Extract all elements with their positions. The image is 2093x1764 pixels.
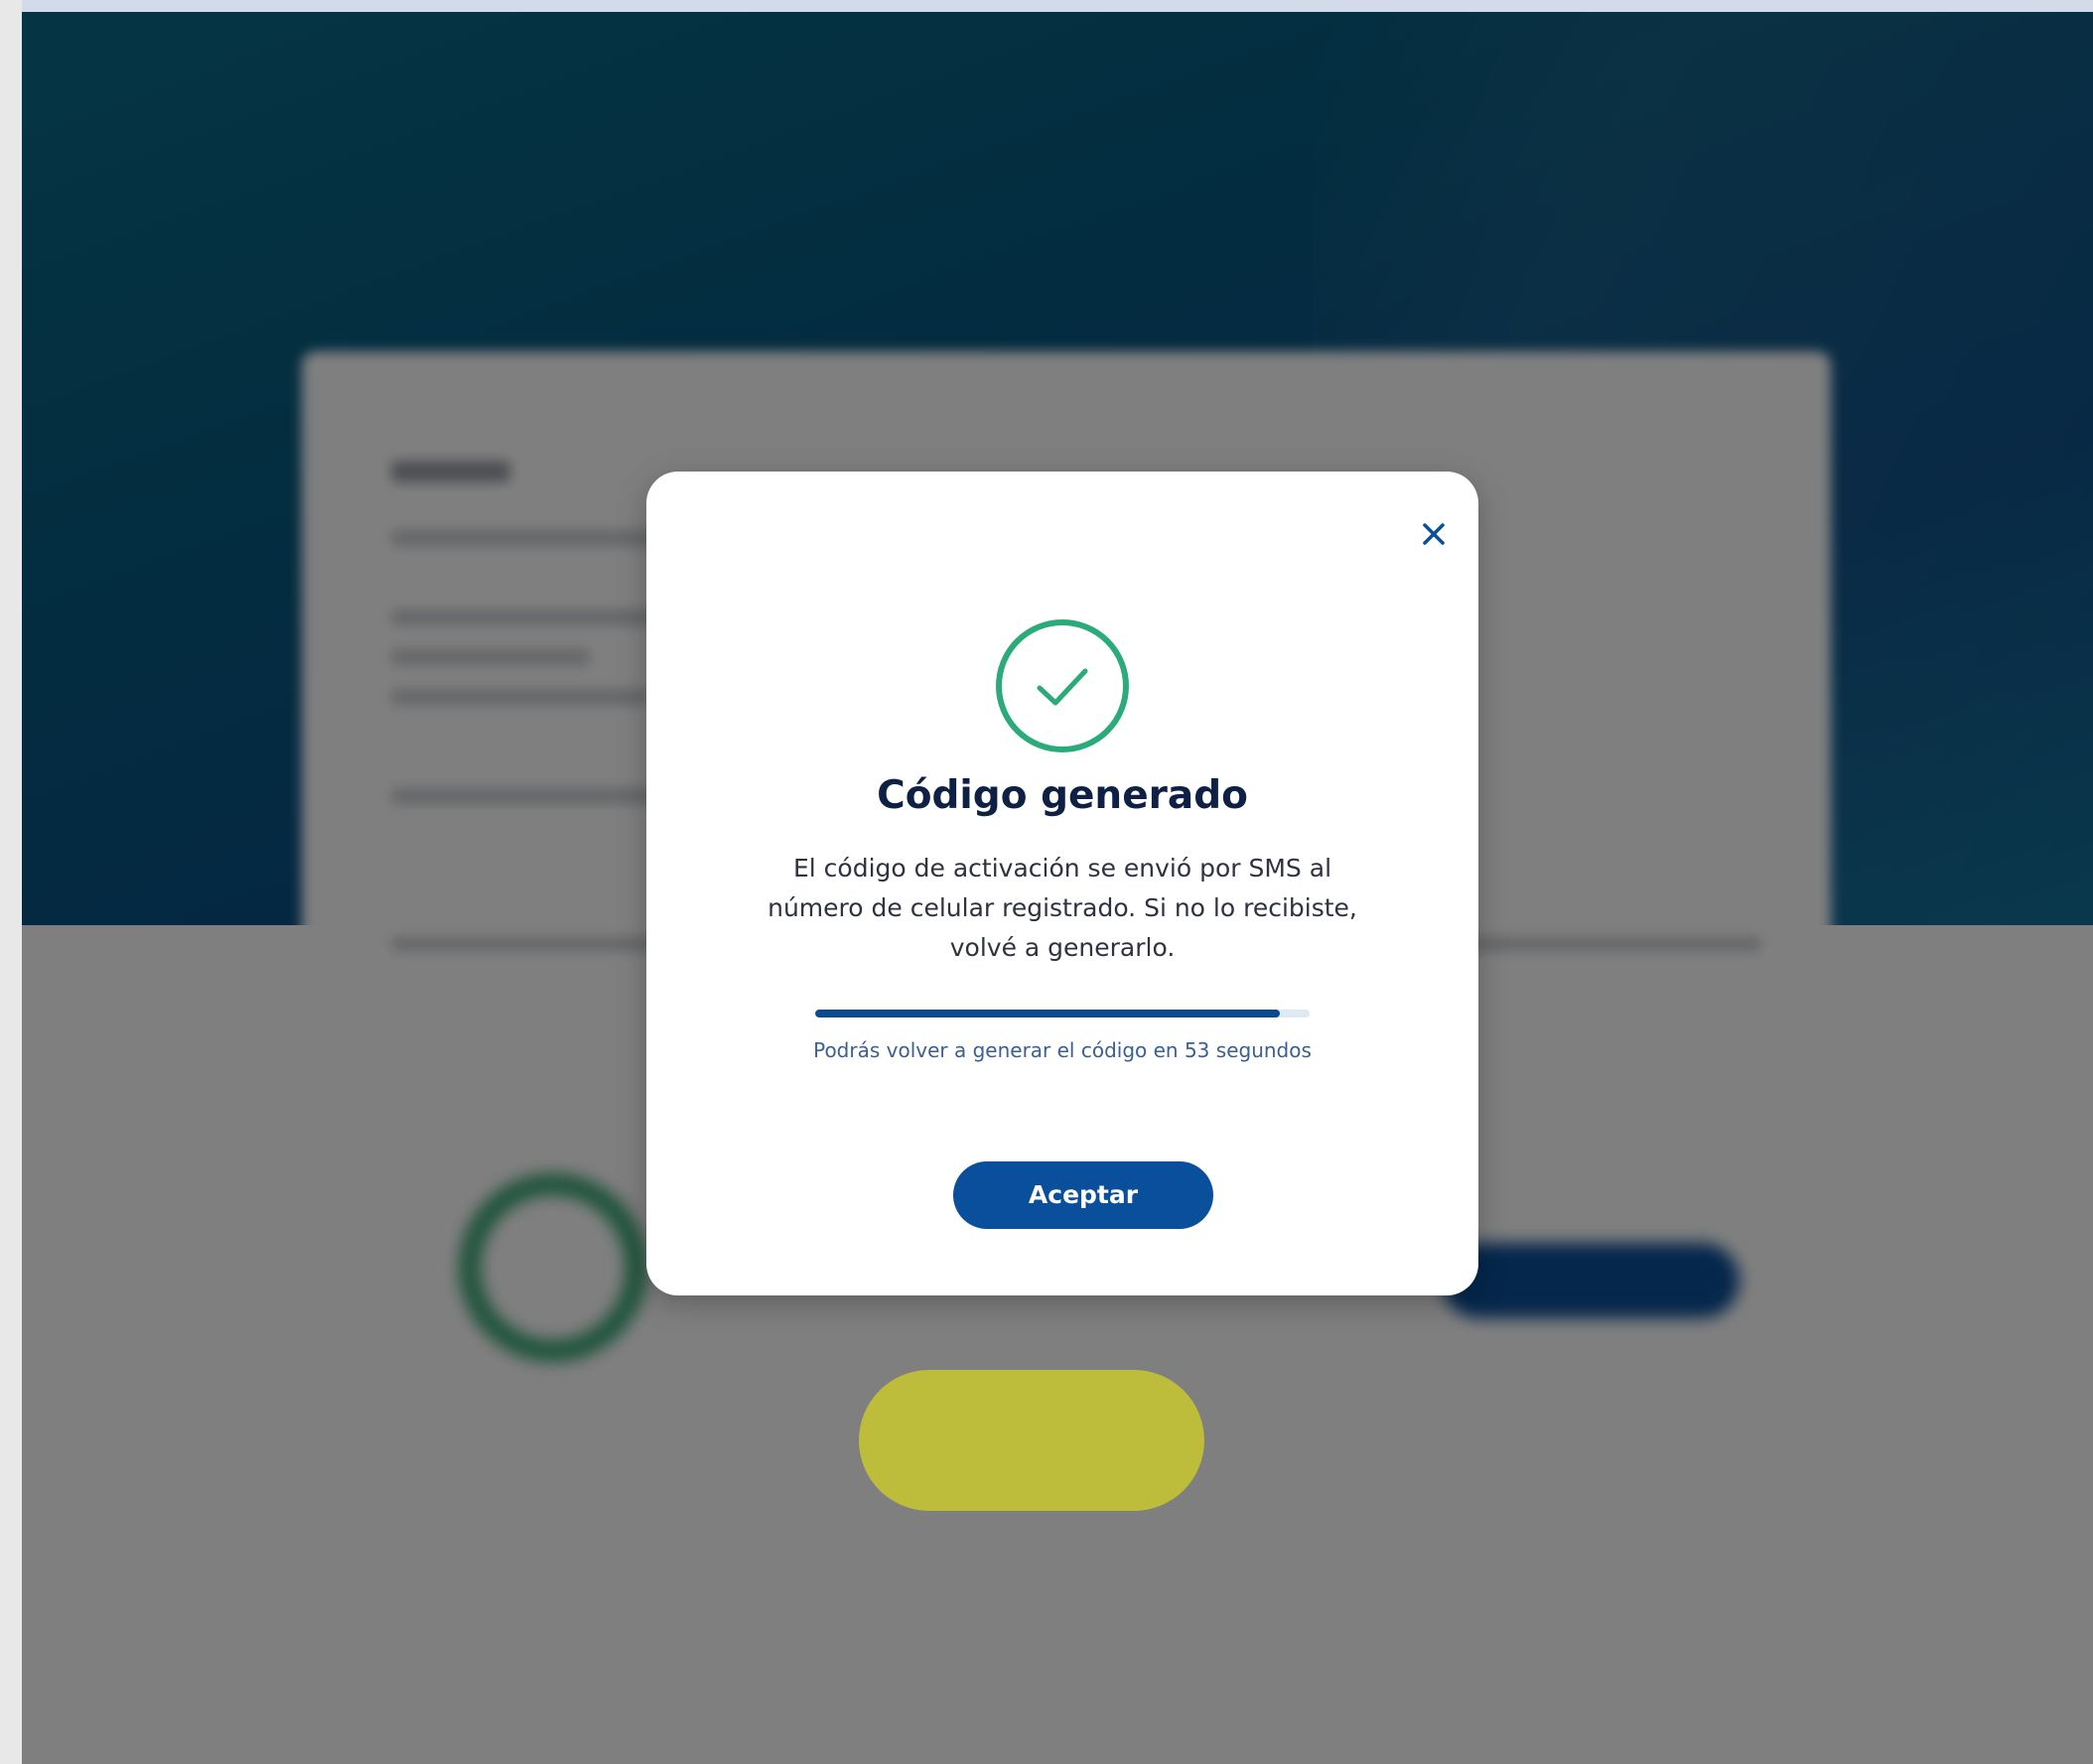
- accept-button[interactable]: Aceptar: [953, 1161, 1213, 1229]
- close-button[interactable]: [1416, 516, 1452, 552]
- left-border-strip: [0, 0, 22, 1764]
- close-icon: [1423, 523, 1445, 545]
- countdown-progress-bar: [815, 1010, 1310, 1018]
- highlight-marker: [859, 1370, 1204, 1511]
- dialog-message: El código de activación se envió por SMS…: [767, 854, 1357, 962]
- code-generated-dialog: Código generado El código de activación …: [646, 472, 1478, 1295]
- page-viewport: Código generado El código de activación …: [22, 12, 2093, 1764]
- top-border-strip: [0, 0, 2093, 12]
- countdown-progress-fill: [815, 1010, 1281, 1018]
- check-circle-icon: [996, 619, 1129, 752]
- dialog-title: Código generado: [877, 773, 1248, 818]
- countdown-text: Podrás volver a generar el código en 53 …: [813, 1038, 1312, 1062]
